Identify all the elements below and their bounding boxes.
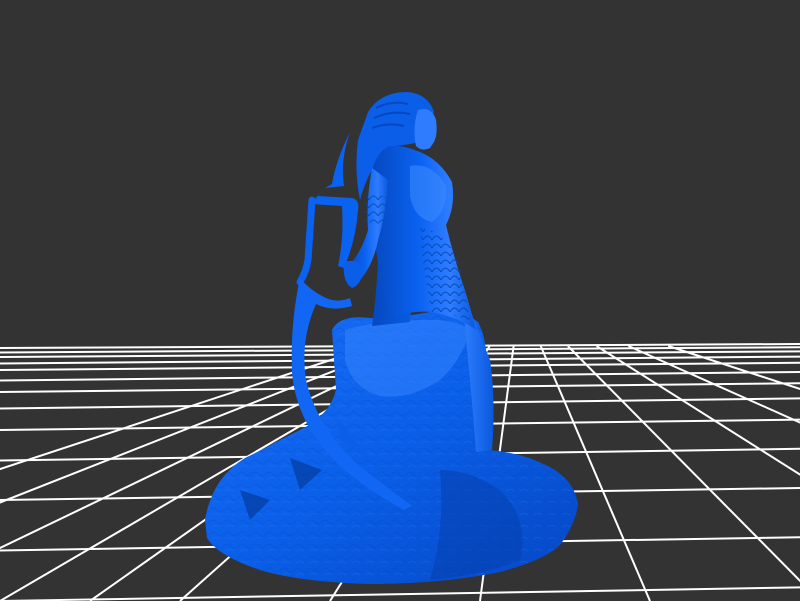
model-bow-upper-limb (312, 132, 359, 268)
3d-scene-canvas[interactable] (0, 0, 800, 601)
model-bow-string (296, 196, 316, 286)
model-arm-bracer (364, 194, 386, 224)
3d-viewport[interactable] (0, 0, 800, 601)
model-hand (343, 260, 364, 288)
3d-model-figurine[interactable] (205, 92, 578, 584)
model-face (414, 109, 437, 150)
grid-line-horizontal (0, 586, 800, 601)
